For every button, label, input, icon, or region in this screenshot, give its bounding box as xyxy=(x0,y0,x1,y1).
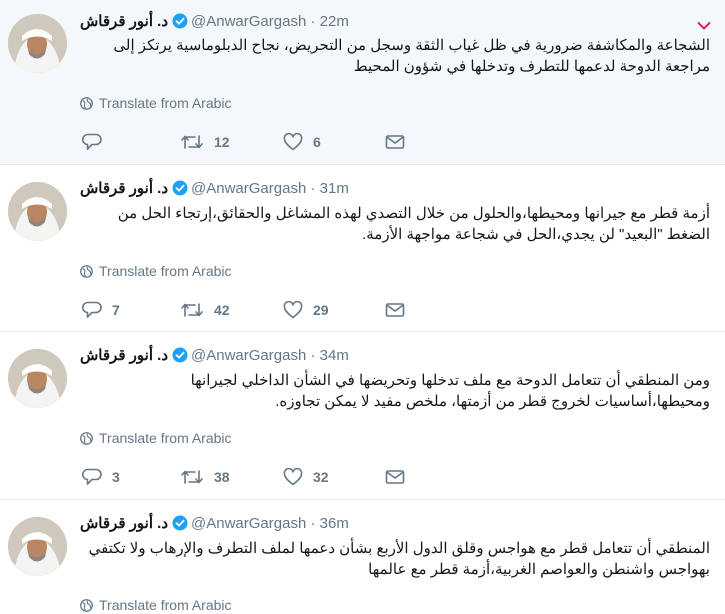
tweet-header: د. أنور قرقاش @AnwarGargash · 22m xyxy=(80,12,349,32)
timestamp[interactable]: 36m xyxy=(320,515,349,532)
tweet-text: ومن المنطقي أن تتعامل الدوحة مع ملف تدخل… xyxy=(190,372,710,410)
verified-badge-icon xyxy=(172,347,188,369)
username[interactable]: @AnwarGargash xyxy=(191,347,306,364)
tweet[interactable]: د. أنور قرقاش @AnwarGargash · 36m المنطقي… xyxy=(0,500,725,614)
reply-icon xyxy=(82,468,102,485)
reply-button[interactable]: 3 xyxy=(82,466,120,488)
direct-message-button[interactable] xyxy=(385,131,415,153)
reply-button[interactable]: 7 xyxy=(82,299,120,321)
retweet-icon xyxy=(181,470,203,484)
like-count: 6 xyxy=(313,134,321,150)
like-button[interactable]: 6 xyxy=(283,131,321,153)
translate-link[interactable]: Translate from Arabic xyxy=(80,262,232,280)
envelope-icon xyxy=(385,303,405,317)
tweet-header: د. أنور قرقاش @AnwarGargash · 31m xyxy=(80,179,349,199)
separator: · xyxy=(306,347,320,364)
reply-icon xyxy=(82,133,102,150)
globe-icon xyxy=(80,97,93,110)
retweet-icon xyxy=(181,303,203,317)
reply-count: 7 xyxy=(112,302,120,318)
heart-icon xyxy=(283,133,303,151)
retweet-count: 12 xyxy=(214,134,230,150)
retweet-count: 42 xyxy=(214,302,230,318)
avatar[interactable] xyxy=(8,14,67,73)
display-name[interactable]: د. أنور قرقاش xyxy=(80,12,168,32)
translate-label: Translate from Arabic xyxy=(99,263,232,279)
tweet-text: الشجاعة والمكاشفة ضرورية في ظل غياب الثق… xyxy=(113,37,710,75)
direct-message-button[interactable] xyxy=(385,466,415,488)
username[interactable]: @AnwarGargash xyxy=(191,180,306,197)
reply-button[interactable] xyxy=(82,131,112,153)
like-count: 29 xyxy=(313,302,329,318)
retweet-button[interactable]: 38 xyxy=(180,466,230,488)
like-button[interactable]: 32 xyxy=(283,466,329,488)
heart-icon xyxy=(283,301,303,319)
tweet[interactable]: د. أنور قرقاش @AnwarGargash · 22m الشجاعة… xyxy=(0,0,725,165)
timestamp[interactable]: 34m xyxy=(320,347,349,364)
display-name[interactable]: د. أنور قرقاش xyxy=(80,514,168,534)
username[interactable]: @AnwarGargash xyxy=(191,13,306,30)
globe-icon xyxy=(80,599,93,612)
timestamp[interactable]: 31m xyxy=(320,180,349,197)
translate-link[interactable]: Translate from Arabic xyxy=(80,596,232,614)
direct-message-button[interactable] xyxy=(385,299,415,321)
tweet[interactable]: د. أنور قرقاش @AnwarGargash · 34m ومن الم… xyxy=(0,332,725,500)
envelope-icon xyxy=(385,135,405,149)
tweet-actions: 3 38 32 xyxy=(80,466,480,488)
tweet-text: المنطقي أن تتعامل قطر مع هواجس وقلق الدو… xyxy=(88,540,710,578)
like-button[interactable]: 29 xyxy=(283,299,329,321)
timestamp[interactable]: 22m xyxy=(320,13,349,30)
heart-icon xyxy=(283,468,303,486)
avatar[interactable] xyxy=(8,349,67,408)
envelope-icon xyxy=(385,470,405,484)
tweet-text: أزمة قطر مع جيرانها ومحيطها،والحلول من خ… xyxy=(117,205,710,243)
retweet-icon xyxy=(181,135,203,149)
globe-icon xyxy=(80,432,93,445)
globe-icon xyxy=(80,265,93,278)
translate-label: Translate from Arabic xyxy=(99,430,232,446)
verified-badge-icon xyxy=(172,13,188,35)
separator: · xyxy=(306,13,320,30)
translate-link[interactable]: Translate from Arabic xyxy=(80,94,232,112)
avatar[interactable] xyxy=(8,182,67,241)
avatar[interactable] xyxy=(8,517,67,576)
reply-count: 3 xyxy=(112,469,120,485)
display-name[interactable]: د. أنور قرقاش xyxy=(80,346,168,366)
verified-badge-icon xyxy=(172,180,188,202)
verified-badge-icon xyxy=(172,515,188,537)
chevron-down-icon[interactable] xyxy=(697,18,711,30)
separator: · xyxy=(306,515,320,532)
like-count: 32 xyxy=(313,469,329,485)
translate-label: Translate from Arabic xyxy=(99,95,232,111)
retweet-button[interactable]: 42 xyxy=(180,299,230,321)
separator: · xyxy=(306,180,320,197)
timeline: د. أنور قرقاش @AnwarGargash · 22m الشجاعة… xyxy=(0,0,725,614)
retweet-count: 38 xyxy=(214,469,230,485)
tweet[interactable]: د. أنور قرقاش @AnwarGargash · 31m أزمة قط… xyxy=(0,165,725,332)
tweet-header: د. أنور قرقاش @AnwarGargash · 36m xyxy=(80,514,349,534)
display-name[interactable]: د. أنور قرقاش xyxy=(80,179,168,199)
tweet-header: د. أنور قرقاش @AnwarGargash · 34m xyxy=(80,346,349,366)
reply-icon xyxy=(82,301,102,318)
retweet-button[interactable]: 12 xyxy=(180,131,230,153)
tweet-actions: 12 6 xyxy=(80,131,480,153)
tweet-actions: 7 42 29 xyxy=(80,299,480,321)
username[interactable]: @AnwarGargash xyxy=(191,515,306,532)
translate-link[interactable]: Translate from Arabic xyxy=(80,429,232,447)
